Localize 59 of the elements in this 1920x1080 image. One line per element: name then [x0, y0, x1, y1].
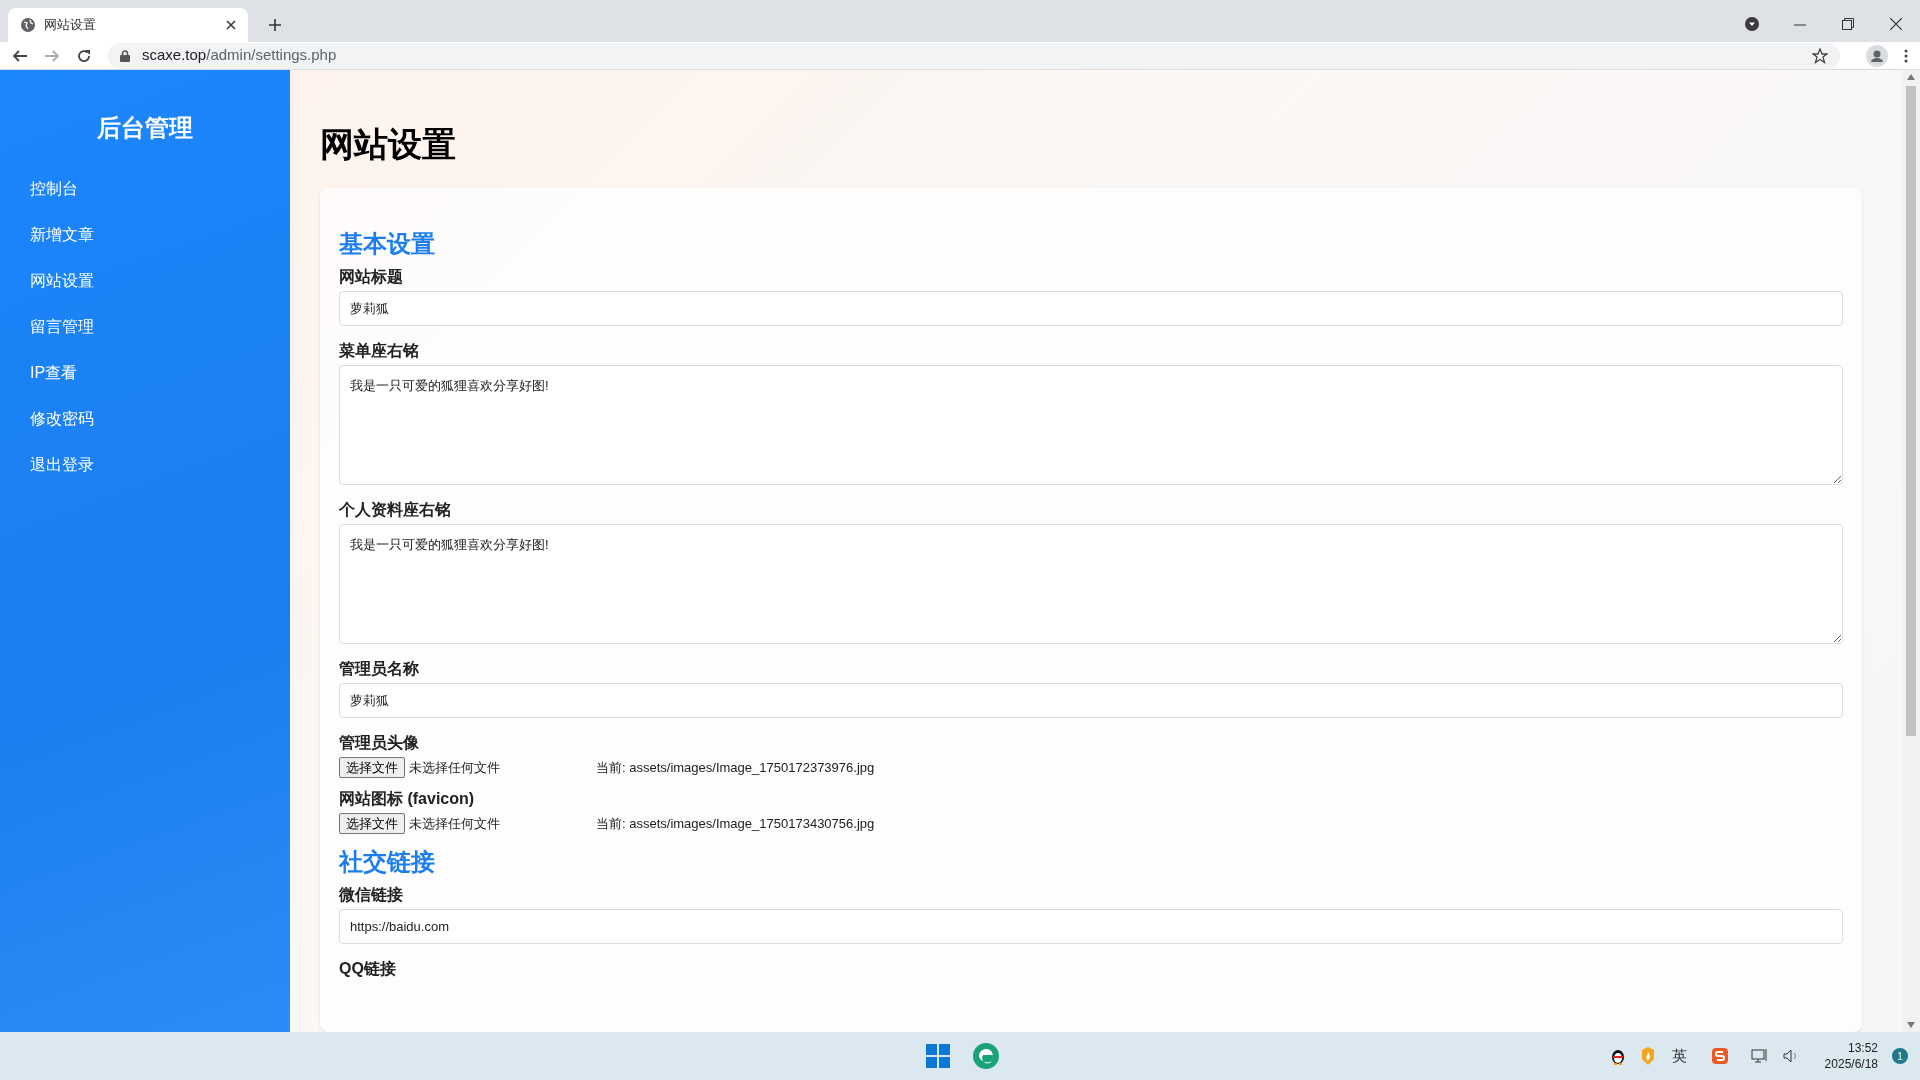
field-label: 微信链接	[339, 885, 404, 905]
nav-link[interactable]: 退出登录	[0, 442, 290, 488]
clock-time: 13:52	[1847, 1040, 1878, 1056]
input-field[interactable]: 萝莉狐	[339, 683, 1843, 718]
field-label: 管理员头像	[339, 733, 420, 753]
nav-link[interactable]: 新增文章	[0, 212, 290, 258]
windows-start-icon[interactable]	[926, 1044, 950, 1068]
clock-date: 2025/6/18	[1824, 1056, 1878, 1072]
section-heading: 基本设置	[339, 229, 436, 259]
tab-search-icon[interactable]	[1744, 16, 1760, 32]
nav-link[interactable]: IP查看	[0, 350, 290, 396]
field-label: QQ链接	[339, 959, 397, 979]
choose-file-button[interactable]: 选择文件	[339, 813, 405, 834]
reload-icon[interactable]	[76, 47, 92, 64]
menu-icon[interactable]	[1904, 48, 1908, 63]
scrollbar-thumb[interactable]	[1906, 86, 1916, 736]
browser-tab[interactable]: 网站设置	[8, 8, 248, 42]
close-icon[interactable]	[226, 20, 236, 30]
file-status-text: 未选择任何文件	[409, 814, 500, 833]
field-label: 网站标题	[339, 267, 404, 287]
scroll-down-icon[interactable]	[1907, 1022, 1915, 1028]
scrollbar[interactable]	[1902, 70, 1920, 1032]
nav-link[interactable]: 控制台	[0, 166, 290, 212]
profile-icon[interactable]	[1866, 44, 1888, 67]
scroll-up-icon[interactable]	[1907, 74, 1915, 80]
close-window-icon[interactable]	[1890, 18, 1902, 30]
address-bar[interactable]: scaxe.top/admin/settings.php	[108, 42, 1840, 69]
section-heading: 社交链接	[339, 847, 436, 877]
field-label: 网站图标 (favicon)	[339, 789, 476, 809]
star-icon[interactable]	[1812, 47, 1828, 64]
input-field[interactable]: https://baidu.com	[339, 909, 1843, 944]
nav-link[interactable]: 网站设置	[0, 258, 290, 304]
text-area-field[interactable]: 我是一只可爱的狐狸喜欢分享好图!	[339, 365, 1843, 485]
file-status-text: 未选择任何文件	[409, 758, 500, 777]
network-icon[interactable]	[1750, 1048, 1769, 1064]
tab-title: 网站设置	[44, 16, 97, 35]
new-tab-icon[interactable]	[268, 18, 282, 32]
browser-app-icon[interactable]	[972, 1042, 1000, 1070]
field-label: 个人资料座右铭	[339, 500, 452, 520]
nav-link[interactable]: 修改密码	[0, 396, 290, 442]
text-area-field[interactable]: 我是一只可爱的狐狸喜欢分享好图!	[339, 524, 1843, 644]
lock-icon	[120, 49, 130, 62]
choose-file-button[interactable]: 选择文件	[339, 757, 405, 778]
current-file-path: 当前: assets/images/Image_1750172373976.jpg	[596, 758, 875, 777]
globe-icon	[20, 17, 36, 33]
nav-link[interactable]: 留言管理	[0, 304, 290, 350]
url-text: scaxe.top/admin/settings.php	[142, 45, 338, 66]
penguin-icon[interactable]	[1609, 1047, 1626, 1065]
restore-icon[interactable]	[1842, 18, 1854, 30]
input-field[interactable]: 萝莉狐	[339, 291, 1843, 326]
current-file-path: 当前: assets/images/Image_1750173430756.jpg	[596, 814, 875, 833]
input-method-indicator[interactable]: 英	[1671, 1044, 1687, 1068]
volume-icon[interactable]	[1782, 1049, 1799, 1063]
field-label: 管理员名称	[339, 659, 420, 679]
notification-badge[interactable]: 1	[1892, 1048, 1908, 1064]
sidebar-title: 后台管理	[96, 113, 194, 143]
back-icon[interactable]	[12, 47, 28, 64]
page-title: 网站设置	[320, 124, 457, 165]
field-label: 菜单座右铭	[339, 341, 420, 361]
